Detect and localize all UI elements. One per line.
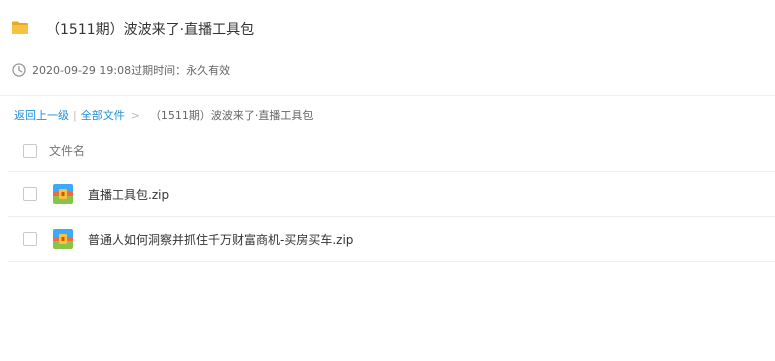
share-header: （1511期）波波来了·直播工具包 2020-09-29 19:08 过期时间：永… xyxy=(0,0,775,96)
breadcrumb-arrow-icon: > xyxy=(130,108,140,122)
breadcrumb-separator: | xyxy=(73,108,77,122)
file-name[interactable]: 直播工具包.zip xyxy=(88,186,169,203)
file-checkbox[interactable] xyxy=(23,232,37,246)
share-title: （1511期）波波来了·直播工具包 xyxy=(46,22,255,38)
file-row[interactable]: 直播工具包.zip xyxy=(8,172,775,217)
folder-icon xyxy=(12,21,28,34)
share-date: 2020-09-29 19:08 xyxy=(32,63,132,77)
file-name[interactable]: 普通人如何洞察并抓住千万财富商机-买房买车.zip xyxy=(88,231,353,248)
zip-archive-icon xyxy=(53,184,73,204)
file-list-header: 文件名 xyxy=(8,130,775,172)
expiry-label: 过期时间： xyxy=(131,64,187,77)
share-page: （1511期）波波来了·直播工具包 2020-09-29 19:08 过期时间：永… xyxy=(0,0,775,361)
clock-icon xyxy=(12,63,26,77)
share-meta: 2020-09-29 19:08 过期时间： 永久有效 xyxy=(12,62,230,78)
expiry-value: 永久有效 xyxy=(186,64,231,77)
file-row[interactable]: 普通人如何洞察并抓住千万财富商机-买房买车.zip xyxy=(8,217,775,262)
back-link[interactable]: 返回上一级 xyxy=(14,107,69,123)
breadcrumb: 返回上一级 | 全部文件 > （1511期）波波来了·直播工具包 xyxy=(14,106,313,124)
breadcrumb-current: （1511期）波波来了·直播工具包 xyxy=(149,109,314,122)
file-list: 文件名 直播工具包.zip 普通人如何洞察并抓住千万财富商机-买房买车.zip xyxy=(8,130,775,262)
select-all-checkbox[interactable] xyxy=(23,143,37,158)
zip-archive-icon xyxy=(53,229,73,249)
file-checkbox[interactable] xyxy=(23,187,37,201)
column-header-filename: 文件名 xyxy=(49,144,86,158)
all-files-link[interactable]: 全部文件 xyxy=(81,107,125,123)
